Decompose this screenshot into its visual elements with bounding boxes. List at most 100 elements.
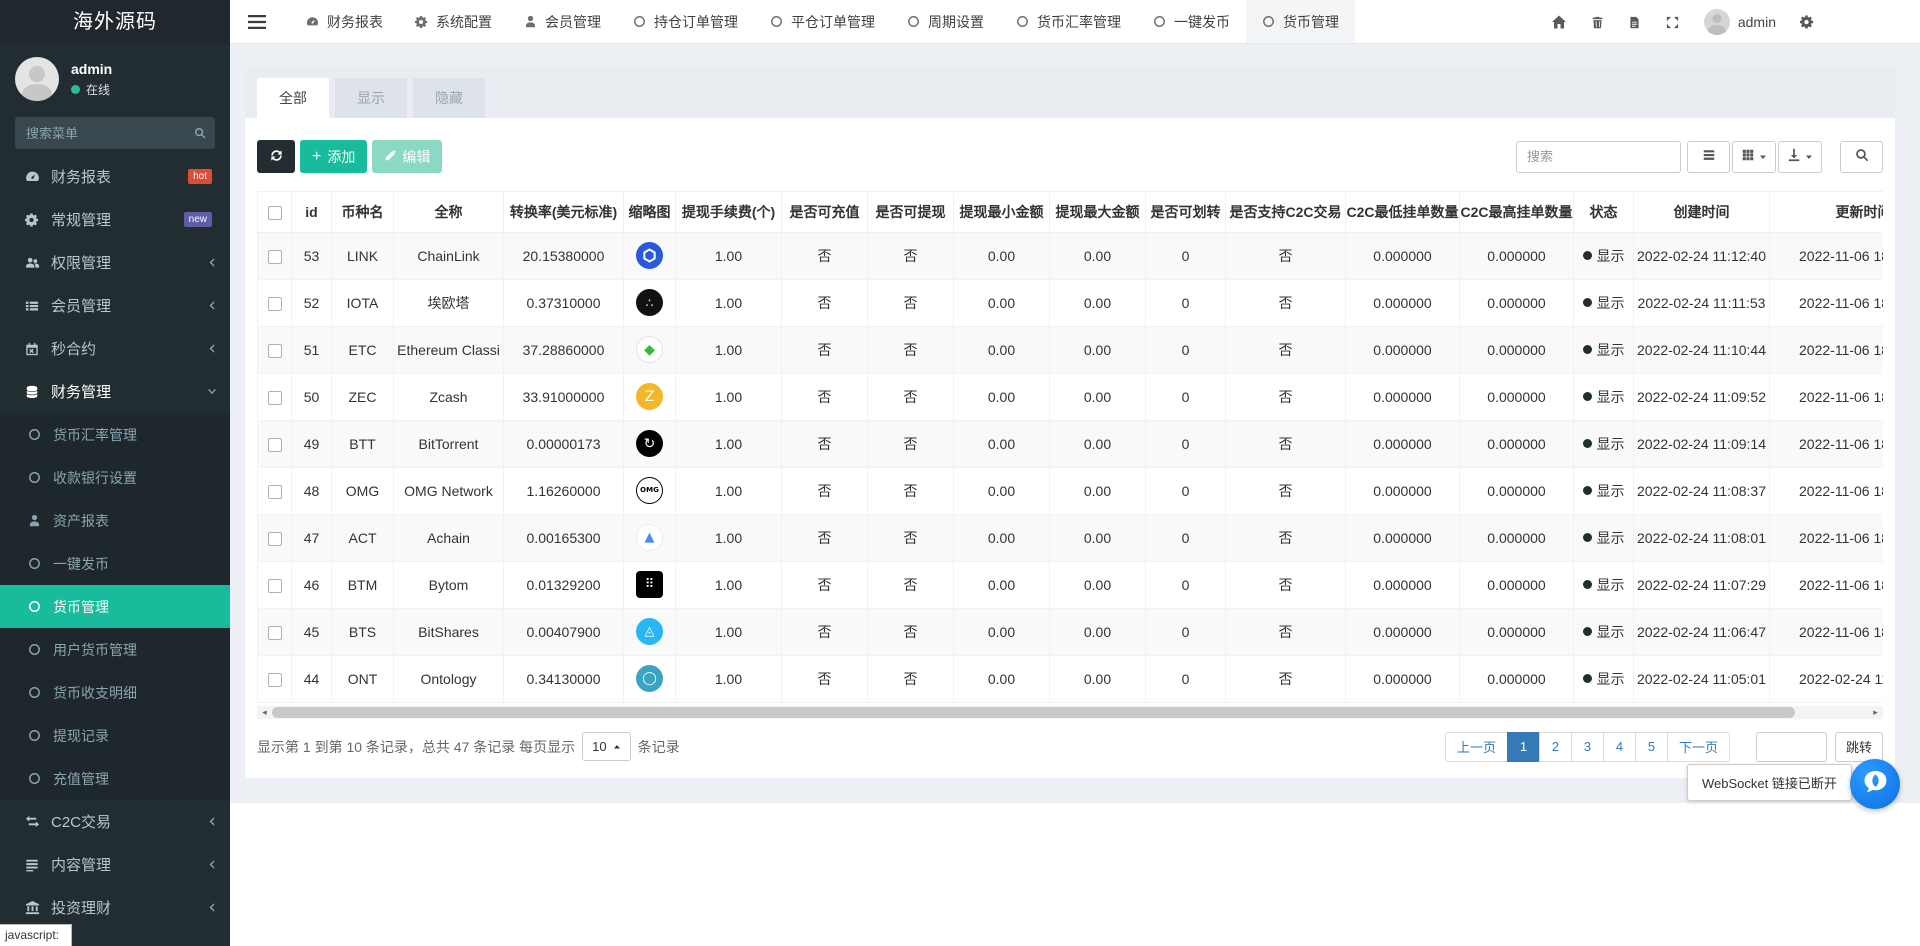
column-header[interactable]: 状态: [1574, 192, 1634, 232]
column-header[interactable]: 提现手续费(个): [676, 192, 782, 232]
columns-button[interactable]: [1732, 141, 1776, 173]
scrollbar-thumb[interactable]: [272, 707, 1795, 718]
cell-fee: 1.00: [676, 326, 782, 373]
row-checkbox[interactable]: [268, 673, 282, 687]
tab-label: 财务报表: [327, 12, 383, 32]
sidebar-item-货币汇率管理[interactable]: 货币汇率管理: [0, 413, 230, 456]
page-button-2[interactable]: 2: [1539, 732, 1572, 762]
tab-平仓订单管理[interactable]: 平仓订单管理: [754, 0, 891, 43]
column-header[interactable]: 是否可提现: [868, 192, 954, 232]
sidebar-item-秒合约[interactable]: 秒合约‹: [0, 327, 230, 370]
column-header[interactable]: 是否支持C2C交易: [1226, 192, 1346, 232]
column-header[interactable]: 创建时间: [1634, 192, 1770, 232]
jump-page-input[interactable]: [1756, 732, 1827, 762]
sidebar-item-充值管理[interactable]: 充值管理: [0, 757, 230, 800]
sidebar-item-财务管理[interactable]: 财务管理‹: [0, 370, 230, 413]
tab-系统配置[interactable]: 系统配置: [399, 0, 508, 43]
sidebar-item-C2C交易[interactable]: C2C交易‹: [0, 800, 230, 843]
page-button-1[interactable]: 1: [1507, 732, 1540, 762]
filter-tab-显示[interactable]: 显示: [335, 78, 407, 118]
search-toggle-button[interactable]: [1840, 141, 1883, 173]
jump-button[interactable]: 跳转: [1835, 732, 1883, 762]
column-header[interactable]: 更新时间: [1770, 192, 1884, 232]
page-button-3[interactable]: 3: [1571, 732, 1604, 762]
filter-tab-全部[interactable]: 全部: [257, 78, 329, 118]
scroll-right-arrow-icon[interactable]: ▸: [1868, 706, 1883, 719]
sidebar-item-提现记录[interactable]: 提现记录: [0, 714, 230, 757]
paging-toggle-button[interactable]: [1687, 141, 1730, 173]
cell-c2c_min: 0.000000: [1346, 608, 1460, 655]
page-button-5[interactable]: 5: [1635, 732, 1668, 762]
row-checkbox[interactable]: [268, 344, 282, 358]
select-all-checkbox[interactable]: [268, 206, 282, 220]
tab-财务报表[interactable]: 财务报表: [290, 0, 399, 43]
page-button-4[interactable]: 4: [1603, 732, 1636, 762]
tab-货币管理[interactable]: 货币管理: [1246, 0, 1355, 43]
refresh-button[interactable]: [257, 140, 295, 173]
row-checkbox[interactable]: [268, 579, 282, 593]
home-icon[interactable]: [1551, 14, 1567, 30]
column-header[interactable]: C2C最高挂单数量: [1460, 192, 1574, 232]
sidebar-item-投资理财[interactable]: 投资理财‹: [0, 886, 230, 929]
column-header[interactable]: 币种名: [332, 192, 394, 232]
cell-fee: 1.00: [676, 420, 782, 467]
cell-coin: ONT: [332, 655, 394, 702]
filter-tab-隐藏[interactable]: 隐藏: [413, 78, 485, 118]
column-header[interactable]: 是否可充值: [782, 192, 868, 232]
sidebar-item-一键发币[interactable]: 一键发币: [0, 542, 230, 585]
horizontal-scrollbar[interactable]: ◂ ▸: [257, 706, 1883, 719]
tab-持仓订单管理[interactable]: 持仓订单管理: [617, 0, 754, 43]
row-checkbox[interactable]: [268, 626, 282, 640]
row-checkbox[interactable]: [268, 485, 282, 499]
tab-周期设置[interactable]: 周期设置: [891, 0, 1000, 43]
cell-can_transfer: 0: [1146, 420, 1226, 467]
sidebar-item-label: 充值管理: [53, 769, 216, 789]
column-header[interactable]: 是否可划转: [1146, 192, 1226, 232]
row-checkbox[interactable]: [268, 297, 282, 311]
scroll-left-arrow-icon[interactable]: ◂: [257, 706, 272, 719]
sidebar-item-会员管理[interactable]: 会员管理‹: [0, 284, 230, 327]
page-size-dropdown[interactable]: 10: [582, 732, 630, 761]
row-checkbox[interactable]: [268, 250, 282, 264]
sidebar-item-用户货币管理[interactable]: 用户货币管理: [0, 628, 230, 671]
user-menu[interactable]: admin: [1704, 9, 1776, 35]
table-row: 47ACTAchain0.00165300▲1.00否否0.000.000否0.…: [258, 514, 1884, 561]
fullscreen-icon[interactable]: [1665, 15, 1680, 30]
column-header[interactable]: 全称: [394, 192, 504, 232]
column-header[interactable]: id: [292, 192, 332, 232]
sidebar-item-内容管理[interactable]: 内容管理‹: [0, 843, 230, 886]
sidebar-item-收款银行设置[interactable]: 收款银行设置: [0, 456, 230, 499]
sidebar-item-财务报表[interactable]: 财务报表hot: [0, 155, 230, 198]
sidebar-item-常规管理[interactable]: 常规管理new: [0, 198, 230, 241]
sidebar-search-input[interactable]: [15, 117, 215, 149]
row-checkbox[interactable]: [268, 391, 282, 405]
sidebar-item-权限管理[interactable]: 权限管理‹: [0, 241, 230, 284]
column-header[interactable]: 缩略图: [624, 192, 676, 232]
edit-button[interactable]: 编辑: [372, 140, 442, 173]
next-page-button[interactable]: 下一页: [1667, 732, 1730, 762]
export-button[interactable]: [1778, 141, 1822, 173]
chat-widget-button[interactable]: [1850, 759, 1900, 809]
trash-icon[interactable]: [1591, 15, 1604, 30]
add-button[interactable]: +添加: [300, 140, 367, 173]
column-header[interactable]: C2C最低挂单数量: [1346, 192, 1460, 232]
row-checkbox[interactable]: [268, 532, 282, 546]
column-header[interactable]: 提现最小金额: [954, 192, 1050, 232]
tab-会员管理[interactable]: 会员管理: [508, 0, 617, 43]
document-icon[interactable]: [1628, 15, 1641, 30]
row-checkbox[interactable]: [268, 438, 282, 452]
sidebar-item-资产报表[interactable]: 资产报表: [0, 499, 230, 542]
tab-一键发币[interactable]: 一键发币: [1137, 0, 1246, 43]
tab-货币汇率管理[interactable]: 货币汇率管理: [1000, 0, 1137, 43]
search-icon[interactable]: [194, 126, 206, 145]
table-search-input[interactable]: [1516, 141, 1681, 173]
column-header[interactable]: 提现最大金额: [1050, 192, 1146, 232]
column-header[interactable]: 转换率(美元标准): [504, 192, 624, 232]
sidebar-item-货币管理[interactable]: 货币管理: [0, 585, 230, 628]
sidebar-item-货币收支明细[interactable]: 货币收支明细: [0, 671, 230, 714]
prev-page-button[interactable]: 上一页: [1445, 732, 1508, 762]
settings-gears-icon[interactable]: [1800, 15, 1814, 29]
cell-withdraw_max: 0.00: [1050, 232, 1146, 279]
hamburger-menu-icon[interactable]: [230, 0, 284, 43]
cell-withdraw_max: 0.00: [1050, 655, 1146, 702]
